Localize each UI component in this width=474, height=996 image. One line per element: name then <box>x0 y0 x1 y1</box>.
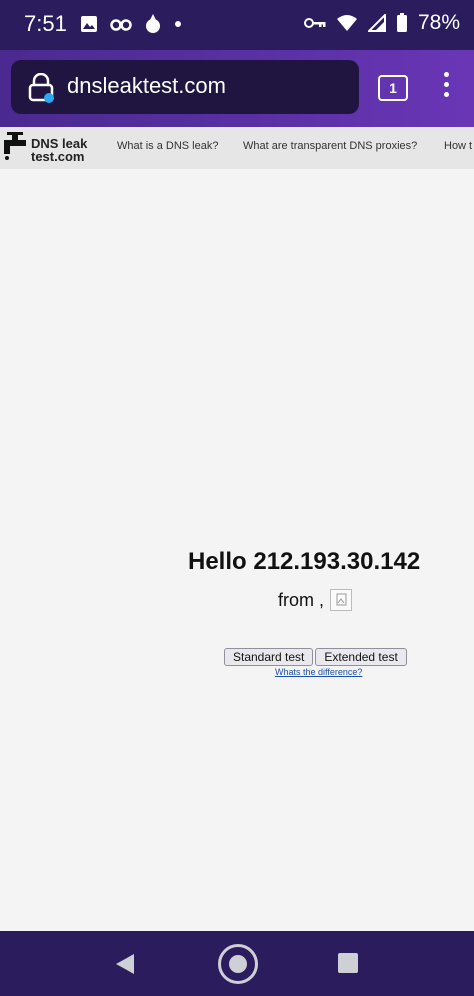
notification-icons <box>80 14 182 34</box>
logo-line2: test.com <box>31 148 85 164</box>
recents-icon[interactable] <box>338 953 358 973</box>
signal-icon <box>367 14 386 32</box>
dot-icon <box>174 20 182 28</box>
lock-icon[interactable] <box>27 72 55 108</box>
battery-percent: 78% <box>417 11 460 34</box>
site-logo[interactable]: DNS leak test.com <box>2 132 87 167</box>
battery-icon <box>396 13 408 33</box>
image-icon <box>80 15 98 33</box>
wifi-icon <box>336 14 358 32</box>
hello-ip-heading: Hello 212.193.30.142 <box>188 548 421 575</box>
from-text: from , <box>278 589 325 610</box>
menu-icon[interactable] <box>444 72 449 102</box>
incognito-icon <box>110 17 132 31</box>
system-nav-bar <box>0 931 474 996</box>
status-time: 7:51 <box>24 11 67 36</box>
difference-link[interactable]: Whats the difference? <box>275 667 362 677</box>
vpn-key-icon <box>303 17 326 29</box>
address-bar[interactable]: dnsleaktest.com <box>11 60 359 114</box>
status-bar: 7:51 78% <box>0 0 474 50</box>
from-location: from , <box>278 589 353 611</box>
browser-toolbar: dnsleaktest.com 1 <box>0 50 474 127</box>
nav-link-how-to[interactable]: How t <box>444 140 472 152</box>
nav-link-dns-leak[interactable]: What is a DNS leak? <box>117 140 218 152</box>
fire-app-icon <box>144 14 162 34</box>
test-buttons: Standard test Extended test <box>224 648 407 666</box>
back-icon[interactable] <box>114 953 136 980</box>
nav-link-transparent-proxies[interactable]: What are transparent DNS proxies? <box>243 140 417 152</box>
home-icon[interactable] <box>218 944 258 984</box>
broken-image-icon <box>330 589 353 611</box>
page-content: Hello 212.193.30.142 from , Standard tes… <box>0 169 474 931</box>
tab-count-button[interactable]: 1 <box>378 75 408 101</box>
faucet-icon <box>2 132 28 167</box>
site-header: DNS leak test.com What is a DNS leak? Wh… <box>0 127 474 169</box>
url-text[interactable]: dnsleaktest.com <box>67 73 226 99</box>
standard-test-button[interactable]: Standard test <box>224 648 314 666</box>
extended-test-button[interactable]: Extended test <box>315 648 407 666</box>
